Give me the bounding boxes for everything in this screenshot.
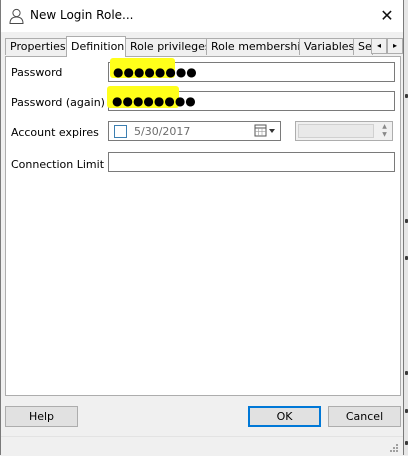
help-button[interactable]: Help [5,406,78,427]
status-bar [1,436,403,456]
close-button[interactable]: ✕ [371,2,403,30]
dialog-window: New Login Role... ✕ Properties Definitio… [0,0,404,456]
resize-grip-icon[interactable] [389,443,399,453]
account-expires-time: ▲ ▼ [295,121,393,141]
background-window-edge [404,0,408,455]
password-label: Password [11,66,63,79]
window-title: New Login Role... [30,8,134,22]
tab-role-privileges[interactable]: Role privileges [125,38,207,55]
account-expires-date-picker[interactable]: 5/30/2017 [108,121,281,141]
account-expires-checkbox[interactable] [114,125,127,138]
password-value: ●●●●●●●● [113,65,197,79]
spin-up-icon: ▲ [382,123,387,130]
tab-role-membership[interactable]: Role membership [206,38,300,55]
password-again-label: Password (again) [11,96,105,109]
tab-variables[interactable]: Variables [299,38,354,55]
cancel-button[interactable]: Cancel [328,406,401,427]
tab-scroll-left-icon[interactable]: ◂ [371,38,387,54]
tab-properties[interactable]: Properties [5,38,67,55]
tab-scroll-right-icon[interactable]: ▸ [387,38,403,54]
chevron-down-icon [269,129,275,133]
title-bar: New Login Role... ✕ [1,0,403,32]
calendar-icon[interactable] [254,124,279,138]
account-expires-date: 5/30/2017 [134,125,191,138]
user-icon [9,8,24,24]
password-again-value: ●●●●●●●● [112,94,196,108]
time-spinner: ▲ ▼ [378,123,391,139]
tab-definition[interactable]: Definition [66,36,126,57]
close-icon: ✕ [380,6,394,25]
account-expires-time-input [298,124,374,138]
connection-limit-field[interactable] [108,152,395,172]
spin-down-icon: ▼ [382,131,387,138]
tab-strip: Properties Definition Role privileges Ro… [5,36,403,57]
password-field[interactable]: ●●●●●●●● [108,58,395,82]
ok-button[interactable]: OK [248,406,321,427]
connection-limit-label: Connection Limit [11,158,105,171]
password-again-field[interactable]: ●●●●●●●● [107,86,395,111]
tab-security[interactable]: Se [353,38,373,55]
account-expires-label: Account expires [11,126,99,139]
